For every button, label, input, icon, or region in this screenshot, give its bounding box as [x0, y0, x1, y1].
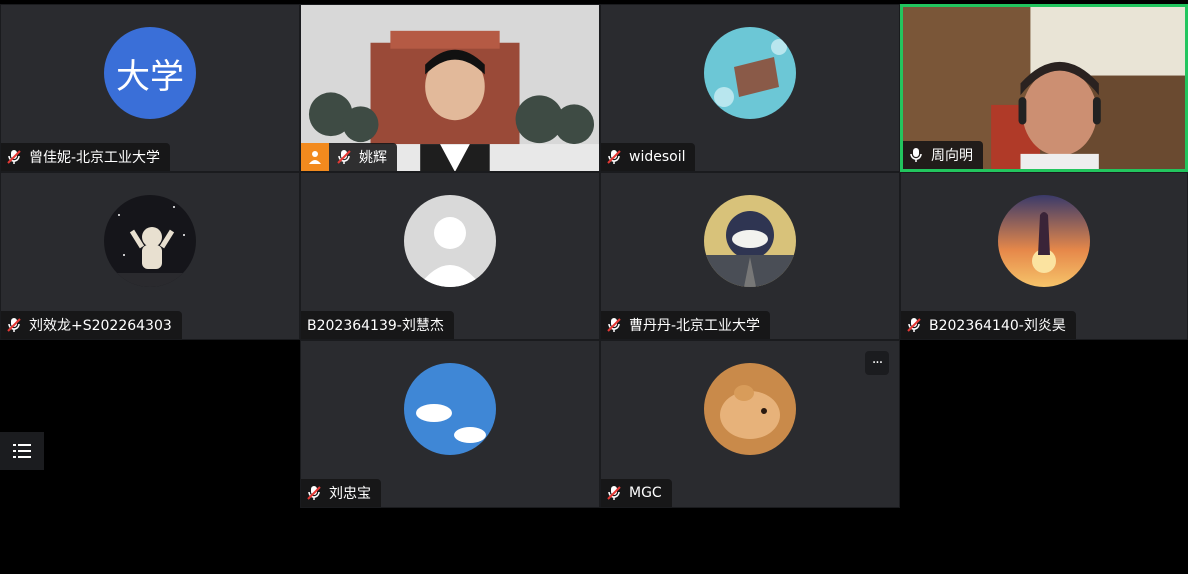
avatar	[704, 195, 796, 287]
avatar: 大学	[104, 27, 196, 119]
avatar	[404, 195, 496, 287]
avatar	[404, 363, 496, 455]
mic-muted-icon	[607, 150, 621, 164]
mic-muted-icon	[337, 150, 351, 164]
participant-tile-8[interactable]: B202364140-刘炎昊	[900, 172, 1188, 340]
name-label: 姚辉	[301, 143, 397, 171]
more-options-button[interactable]: ···	[865, 351, 889, 375]
name-label: 曹丹丹-北京工业大学	[601, 311, 771, 339]
avatar	[998, 195, 1090, 287]
name-label: 刘忠宝	[301, 479, 381, 507]
participant-tile-6[interactable]: B202364139-刘慧杰	[300, 172, 600, 340]
name-label: 曾佳妮-北京工业大学	[1, 143, 171, 171]
participant-tile-7[interactable]: 曹丹丹-北京工业大学	[600, 172, 900, 340]
avatar	[704, 27, 796, 119]
avatar	[104, 195, 196, 287]
avatar	[704, 363, 796, 455]
participant-list-button[interactable]	[0, 432, 44, 470]
mic-muted-icon	[7, 150, 21, 164]
list-icon	[13, 444, 31, 458]
mic-muted-icon	[607, 318, 621, 332]
name-label: 刘效龙+S202264303	[1, 311, 182, 339]
name-label: B202364140-刘炎昊	[901, 311, 1076, 339]
name-label: B202364139-刘慧杰	[301, 311, 454, 339]
participant-tile-4[interactable]: 周向明	[900, 4, 1188, 172]
name-label: MGC	[601, 479, 672, 507]
mic-muted-icon	[907, 318, 921, 332]
mic-icon	[910, 148, 922, 162]
participant-tile-1[interactable]: 大学 曾佳妮-北京工业大学	[0, 4, 300, 172]
host-icon	[301, 143, 329, 171]
mic-muted-icon	[307, 486, 321, 500]
participant-tile-9[interactable]: 刘忠宝	[300, 340, 600, 508]
participant-tile-10[interactable]: ··· MGC	[600, 340, 900, 508]
participant-tile-3[interactable]: widesoil	[600, 4, 900, 172]
mic-muted-icon	[7, 318, 21, 332]
name-label: 周向明	[903, 141, 983, 169]
name-label: widesoil	[601, 143, 696, 171]
participant-tile-2[interactable]: 姚辉	[300, 4, 600, 172]
mic-muted-icon	[607, 486, 621, 500]
participant-tile-5[interactable]: 刘效龙+S202264303	[0, 172, 300, 340]
